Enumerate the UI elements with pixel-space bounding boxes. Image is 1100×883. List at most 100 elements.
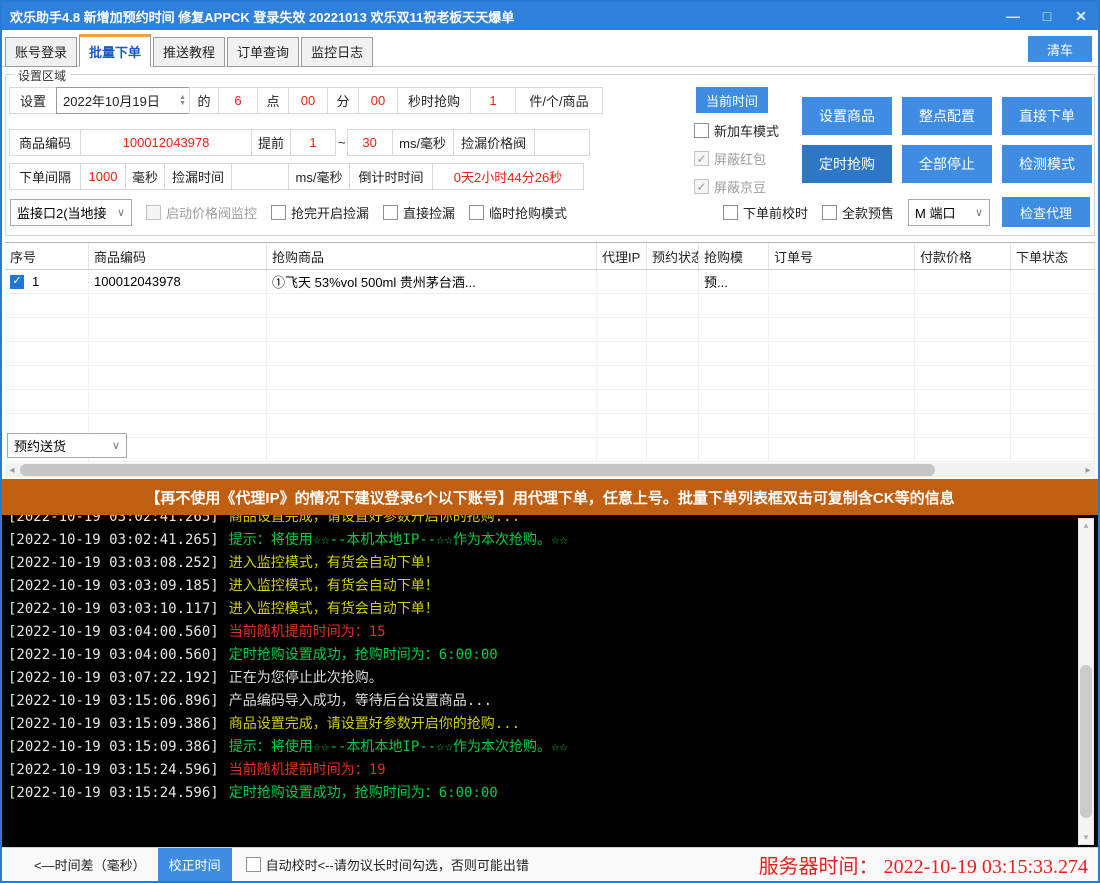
- new-cart-mode-checkbox[interactable]: 新加车模式: [694, 121, 779, 140]
- log-scrollbar[interactable]: ▴ ▾: [1078, 518, 1094, 845]
- advance-min-input[interactable]: 1: [290, 129, 336, 156]
- column-header-9[interactable]: 下单状态: [1011, 243, 1095, 269]
- scroll-down-icon[interactable]: ▾: [1079, 832, 1093, 843]
- table-row[interactable]: ✓1100012043978①飞天 53%vol 500ml 贵州茅台酒...预…: [5, 270, 1095, 294]
- log-timestamp: [2022-10-19 03:03:09.185]: [8, 578, 219, 594]
- port-mode-select[interactable]: M 端口∨: [908, 199, 990, 226]
- window-controls: — □ ✕: [996, 2, 1098, 30]
- tab-5[interactable]: 监控日志: [301, 37, 373, 67]
- scroll-right-icon[interactable]: ▸: [1081, 465, 1095, 476]
- checkbox-icon: [383, 205, 398, 220]
- column-header-1[interactable]: 序号: [5, 243, 89, 269]
- port-mode-select-value: M 端口: [915, 203, 955, 222]
- column-header-3[interactable]: 抢购商品: [267, 243, 597, 269]
- minute-input[interactable]: 00: [288, 87, 328, 114]
- scroll-up-icon[interactable]: ▴: [1079, 520, 1093, 531]
- table-cell-empty: [1011, 414, 1095, 437]
- spinner-up-down-icon[interactable]: ▲▼: [179, 95, 186, 107]
- countdown-label: 倒计时时间: [349, 163, 433, 190]
- precheck-time-checkbox-label: 下单前校时: [743, 203, 808, 222]
- log-message: 定时抢购设置成功，抢购时间为：6:00:00: [229, 785, 498, 801]
- server-time: 服务器时间： 2022-10-19 03:15:33.274: [759, 850, 1088, 879]
- log-message: 定时抢购设置成功，抢购时间为：6:00:00: [229, 647, 498, 663]
- minimize-icon[interactable]: —: [996, 2, 1030, 30]
- column-header-7[interactable]: 订单号: [769, 243, 915, 269]
- advance-max-input[interactable]: 30: [347, 129, 393, 156]
- table-cell-empty: [5, 294, 89, 317]
- new-cart-mode-checkbox-label: 新加车模式: [714, 121, 779, 140]
- log-message: 当前随机提前时间为：15: [229, 624, 386, 640]
- precheck-time-checkbox[interactable]: 下单前校时: [723, 203, 808, 222]
- monitor-port-select[interactable]: 监接口2(当地接∨: [10, 199, 132, 226]
- calibrate-time-button[interactable]: 校正时间: [158, 848, 232, 882]
- table-cell-empty: [597, 366, 647, 389]
- set-product-button[interactable]: 设置商品: [802, 97, 892, 135]
- tab-4[interactable]: 订单查询: [227, 37, 299, 67]
- quantity-input[interactable]: 1: [470, 87, 516, 114]
- checkbox-icon: [822, 205, 837, 220]
- row-checkbox[interactable]: ✓: [10, 275, 24, 289]
- stop-all-button[interactable]: 全部停止: [902, 145, 992, 183]
- maximize-icon[interactable]: □: [1030, 2, 1064, 30]
- log-message: 商品设置完成，请设置好参数开启你的抢购...: [229, 515, 520, 525]
- table-cell-empty: [267, 390, 597, 413]
- tab-1[interactable]: 账号登录: [5, 37, 77, 67]
- table-cell-empty: [267, 318, 597, 341]
- log-area[interactable]: [2022-10-19 03:02:41.265] 商品设置完成，请设置好参数开启…: [2, 515, 1098, 847]
- column-header-6[interactable]: 抢购模: [699, 243, 769, 269]
- column-header-8[interactable]: 付款价格: [915, 243, 1011, 269]
- full-presale-checkbox[interactable]: 全款预售: [822, 203, 894, 222]
- tab-2[interactable]: 批量下单: [79, 34, 151, 67]
- timed-purchase-button[interactable]: 定时抢购: [802, 145, 892, 183]
- hour-input[interactable]: 6: [218, 87, 258, 114]
- log-line: [2022-10-19 03:07:22.192]正在为您停止此次抢购。: [8, 667, 1074, 690]
- checkbox-icon: [694, 123, 709, 138]
- leak-price-input[interactable]: [534, 129, 590, 156]
- current-time-button[interactable]: 当前时间: [696, 87, 768, 113]
- direct-order-button[interactable]: 直接下单: [1002, 97, 1092, 135]
- tab-3[interactable]: 推送教程: [153, 37, 225, 67]
- table-cell-empty: [647, 414, 699, 437]
- buy-at-label: 秒时抢购: [397, 87, 471, 114]
- log-message: 提示：将使用☆☆--本机本地IP--☆☆作为本次抢购。☆☆: [229, 532, 568, 548]
- auto-calibrate-checkbox[interactable]: 自动校时<--请勿议长时间勾选，否则可能出错: [246, 855, 529, 874]
- log-timestamp: [2022-10-19 03:02:41.265]: [8, 532, 219, 548]
- table-cell-empty: [769, 414, 915, 437]
- vscrollbar-thumb[interactable]: [1080, 665, 1092, 818]
- leak-time-input[interactable]: [231, 163, 289, 190]
- column-header-2[interactable]: 商品编码: [89, 243, 267, 269]
- table-cell-empty: [699, 342, 769, 365]
- hourly-config-button[interactable]: 整点配置: [902, 97, 992, 135]
- check-proxy-button[interactable]: 检查代理: [1002, 197, 1090, 227]
- log-message: 进入监控模式，有货会自动下单！: [229, 555, 439, 571]
- date-input[interactable]: 2022年10月19日▲▼: [56, 87, 190, 114]
- table-cell-empty: [5, 390, 89, 413]
- delivery-mode-select[interactable]: 预约送货 ∨: [7, 433, 127, 458]
- set-label: 设置: [9, 87, 57, 114]
- unit-label: 件/个/商品: [515, 87, 603, 114]
- hscrollbar-thumb[interactable]: [20, 464, 935, 476]
- detect-mode-button[interactable]: 检测模式: [1002, 145, 1092, 183]
- order-table: 序号商品编码抢购商品代理IP预约状态抢购模订单号付款价格下单状态 ✓110001…: [5, 242, 1095, 463]
- ms-unit-label: ms/毫秒: [392, 129, 454, 156]
- column-header-5[interactable]: 预约状态: [647, 243, 699, 269]
- interval-input[interactable]: 1000: [80, 163, 126, 190]
- sku-input[interactable]: 100012043978: [80, 129, 252, 156]
- close-icon[interactable]: ✕: [1064, 2, 1098, 30]
- log-line: [2022-10-19 03:15:24.596]定时抢购设置成功，抢购时间为：…: [8, 782, 1074, 805]
- block-redpacket-checkbox: ✓屏蔽红包: [694, 149, 779, 168]
- settings-row-4: 监接口2(当地接∨启动价格阀监控抢完开启捡漏直接捡漏临时抢购模式下单前校时全款预…: [10, 197, 1090, 227]
- table-cell-empty: [267, 294, 597, 317]
- direct-leak-checkbox[interactable]: 直接捡漏: [383, 203, 455, 222]
- leak-after-buy-checkbox[interactable]: 抢完开启捡漏: [271, 203, 369, 222]
- log-message: 产品编码导入成功，等待后台设置商品...: [229, 693, 492, 709]
- table-cell-empty: [89, 318, 267, 341]
- column-header-4[interactable]: 代理IP: [597, 243, 647, 269]
- horizontal-scrollbar[interactable]: ◂ ▸: [5, 463, 1095, 477]
- second-input[interactable]: 00: [358, 87, 398, 114]
- scroll-left-icon[interactable]: ◂: [5, 465, 19, 476]
- temp-buy-mode-checkbox-label: 临时抢购模式: [489, 203, 567, 222]
- clear-cart-button[interactable]: 清车: [1028, 36, 1092, 62]
- right-checkbox-group: 新加车模式✓屏蔽红包✓屏蔽京豆: [694, 121, 779, 196]
- temp-buy-mode-checkbox[interactable]: 临时抢购模式: [469, 203, 567, 222]
